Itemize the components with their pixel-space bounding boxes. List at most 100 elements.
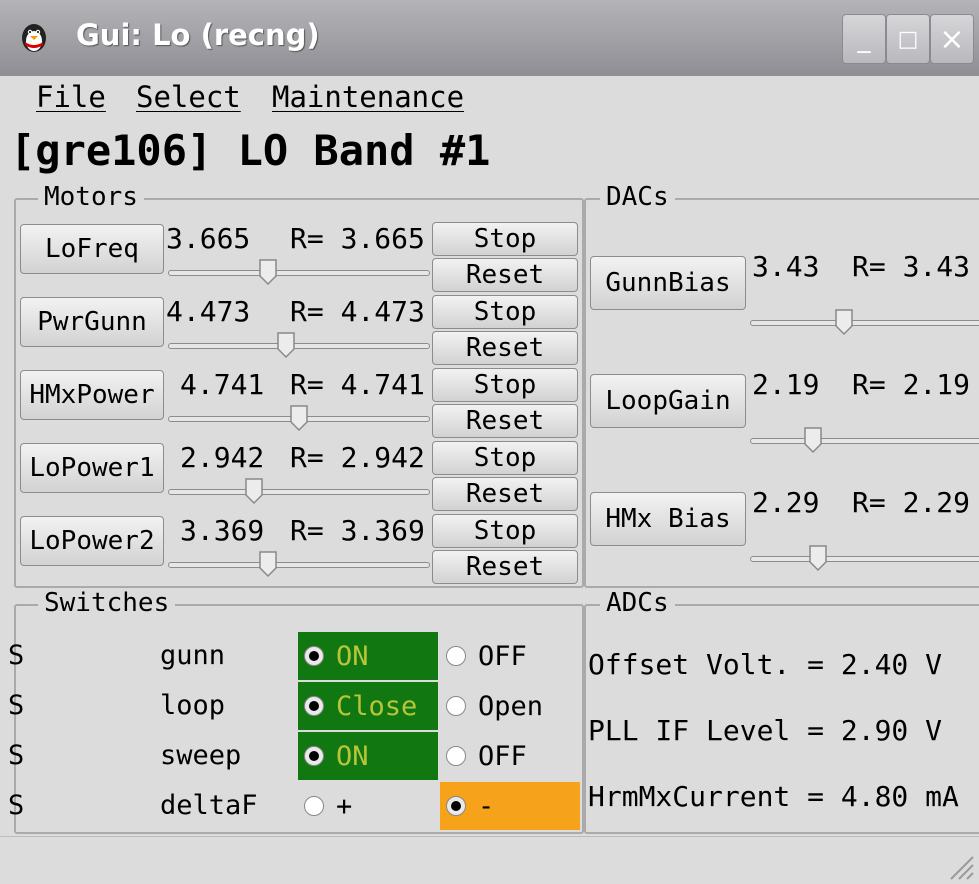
title-bar[interactable]: Gui: Lo (recng) _ □ × bbox=[0, 0, 979, 77]
switch-3-option-2-label: - bbox=[478, 790, 495, 822]
dac-2-button[interactable]: HMx Bias bbox=[590, 492, 746, 546]
switch-2-status: S bbox=[8, 740, 25, 771]
adc-pll-if-level: PLL IF Level = 2.90 V bbox=[588, 714, 943, 747]
radio-selected-icon[interactable] bbox=[446, 796, 466, 816]
menu-maintenance[interactable]: Maintenance bbox=[272, 80, 464, 114]
switch-2-option-2[interactable]: OFF bbox=[440, 732, 580, 780]
motor-3-stop-button[interactable]: Stop bbox=[432, 441, 578, 475]
motor-3-reset-button[interactable]: Reset bbox=[432, 477, 578, 511]
dac-2-readback: R= 2.29 bbox=[852, 486, 971, 519]
radio-unselected-icon[interactable] bbox=[446, 696, 466, 716]
adcs-label: ADCs bbox=[600, 588, 675, 618]
motor-0-readback: R= 3.665 bbox=[290, 222, 425, 255]
dac-0-button[interactable]: GunnBias bbox=[590, 256, 746, 310]
switch-0-name: gunn bbox=[160, 640, 226, 671]
motor-0-value: 3.665 bbox=[166, 222, 251, 255]
switch-2-option-1[interactable]: ON bbox=[298, 732, 438, 780]
switches-label: Switches bbox=[38, 588, 176, 618]
motor-0-button[interactable]: LoFreq bbox=[20, 224, 164, 274]
motor-4-value: 3.369 bbox=[180, 514, 265, 547]
adc-offset-volt: Offset Volt. = 2.40 V bbox=[588, 648, 943, 681]
slider-thumb-icon[interactable] bbox=[834, 308, 854, 336]
motor-2-reset-button[interactable]: Reset bbox=[432, 404, 578, 438]
motor-3-readback: R= 2.942 bbox=[290, 441, 425, 474]
motor-3-button[interactable]: LoPower1 bbox=[20, 443, 164, 493]
switch-0-option-1[interactable]: ON bbox=[298, 632, 438, 680]
motor-1-reset-button[interactable]: Reset bbox=[432, 331, 578, 365]
switch-0-option-1-label: ON bbox=[336, 640, 369, 672]
switch-0-status: S bbox=[8, 640, 25, 671]
radio-unselected-icon[interactable] bbox=[304, 796, 324, 816]
switch-1-option-2[interactable]: Open bbox=[440, 682, 580, 730]
switch-3-option-2[interactable]: - bbox=[440, 782, 580, 830]
maximize-button[interactable]: □ bbox=[886, 14, 930, 64]
motor-4-stop-button[interactable]: Stop bbox=[432, 514, 578, 548]
dac-1-value: 2.19 bbox=[752, 368, 820, 401]
slider-thumb-icon[interactable] bbox=[258, 550, 278, 578]
radio-unselected-icon[interactable] bbox=[446, 646, 466, 666]
slider-thumb-icon[interactable] bbox=[289, 404, 309, 432]
motor-2-readback: R= 4.741 bbox=[290, 368, 425, 401]
switch-3-option-1-label: + bbox=[336, 790, 353, 822]
switch-2-name: sweep bbox=[160, 740, 242, 771]
switch-3-option-1[interactable]: + bbox=[298, 782, 438, 830]
penguin-icon bbox=[22, 24, 46, 52]
minimize-button[interactable]: _ bbox=[842, 14, 886, 64]
slider-thumb-icon[interactable] bbox=[258, 258, 278, 286]
dac-1-readback: R= 2.19 bbox=[852, 368, 971, 401]
switch-0-option-2[interactable]: OFF bbox=[440, 632, 580, 680]
radio-selected-icon[interactable] bbox=[304, 746, 324, 766]
dac-1-button[interactable]: LoopGain bbox=[590, 374, 746, 428]
slider-thumb-icon[interactable] bbox=[803, 426, 823, 454]
switch-3-name: deltaF bbox=[160, 790, 258, 821]
app-window: Gui: Lo (recng) _ □ × File Select Mainte… bbox=[0, 0, 979, 884]
switch-1-name: loop bbox=[160, 690, 226, 721]
motor-3-value: 2.942 bbox=[180, 441, 265, 474]
motor-0-stop-button[interactable]: Stop bbox=[432, 222, 578, 256]
switch-1-option-2-label: Open bbox=[478, 690, 544, 722]
window-title: Gui: Lo (recng) bbox=[76, 18, 320, 52]
switch-1-status: S bbox=[8, 690, 25, 721]
status-bar bbox=[0, 836, 979, 884]
dac-0-readback: R= 3.43 bbox=[852, 250, 971, 283]
motor-4-readback: R= 3.369 bbox=[290, 514, 425, 547]
page-title: [gre106] LO Band #1 bbox=[10, 126, 491, 175]
dac-2-value: 2.29 bbox=[752, 486, 820, 519]
adc-hrmmx-current: HrmMxCurrent = 4.80 mA bbox=[588, 780, 959, 813]
dac-1-slider[interactable] bbox=[750, 438, 979, 444]
menu-file[interactable]: File bbox=[36, 80, 106, 114]
motor-3-slider[interactable] bbox=[168, 489, 430, 495]
switch-1-option-1[interactable]: Close bbox=[298, 682, 438, 730]
motors-label: Motors bbox=[38, 182, 144, 212]
menu-bar: File Select Maintenance bbox=[0, 76, 979, 120]
motor-2-stop-button[interactable]: Stop bbox=[432, 368, 578, 402]
close-button[interactable]: × bbox=[930, 14, 974, 64]
resize-grip-icon[interactable] bbox=[945, 851, 975, 881]
radio-selected-icon[interactable] bbox=[304, 696, 324, 716]
motor-2-button[interactable]: HMxPower bbox=[20, 370, 164, 420]
switch-3-status: S bbox=[8, 790, 25, 821]
motor-1-button[interactable]: PwrGunn bbox=[20, 297, 164, 347]
switch-1-option-1-label: Close bbox=[336, 690, 418, 722]
motor-0-reset-button[interactable]: Reset bbox=[432, 258, 578, 292]
motor-4-slider[interactable] bbox=[168, 562, 430, 568]
motor-1-readback: R= 4.473 bbox=[290, 295, 425, 328]
radio-selected-icon[interactable] bbox=[304, 646, 324, 666]
slider-thumb-icon[interactable] bbox=[808, 544, 828, 572]
slider-thumb-icon[interactable] bbox=[276, 331, 296, 359]
switch-0-option-2-label: OFF bbox=[478, 640, 527, 672]
dac-2-slider[interactable] bbox=[750, 556, 979, 562]
dac-0-value: 3.43 bbox=[752, 250, 820, 283]
radio-unselected-icon[interactable] bbox=[446, 746, 466, 766]
motor-4-button[interactable]: LoPower2 bbox=[20, 516, 164, 566]
motor-0-slider[interactable] bbox=[168, 270, 430, 276]
menu-select[interactable]: Select bbox=[136, 80, 241, 114]
motor-4-reset-button[interactable]: Reset bbox=[432, 550, 578, 584]
motor-1-slider[interactable] bbox=[168, 343, 430, 349]
motor-1-value: 4.473 bbox=[166, 295, 251, 328]
motor-1-stop-button[interactable]: Stop bbox=[432, 295, 578, 329]
dacs-label: DACs bbox=[600, 182, 675, 212]
slider-thumb-icon[interactable] bbox=[244, 477, 264, 505]
dac-0-slider[interactable] bbox=[750, 320, 979, 326]
motor-2-value: 4.741 bbox=[180, 368, 265, 401]
